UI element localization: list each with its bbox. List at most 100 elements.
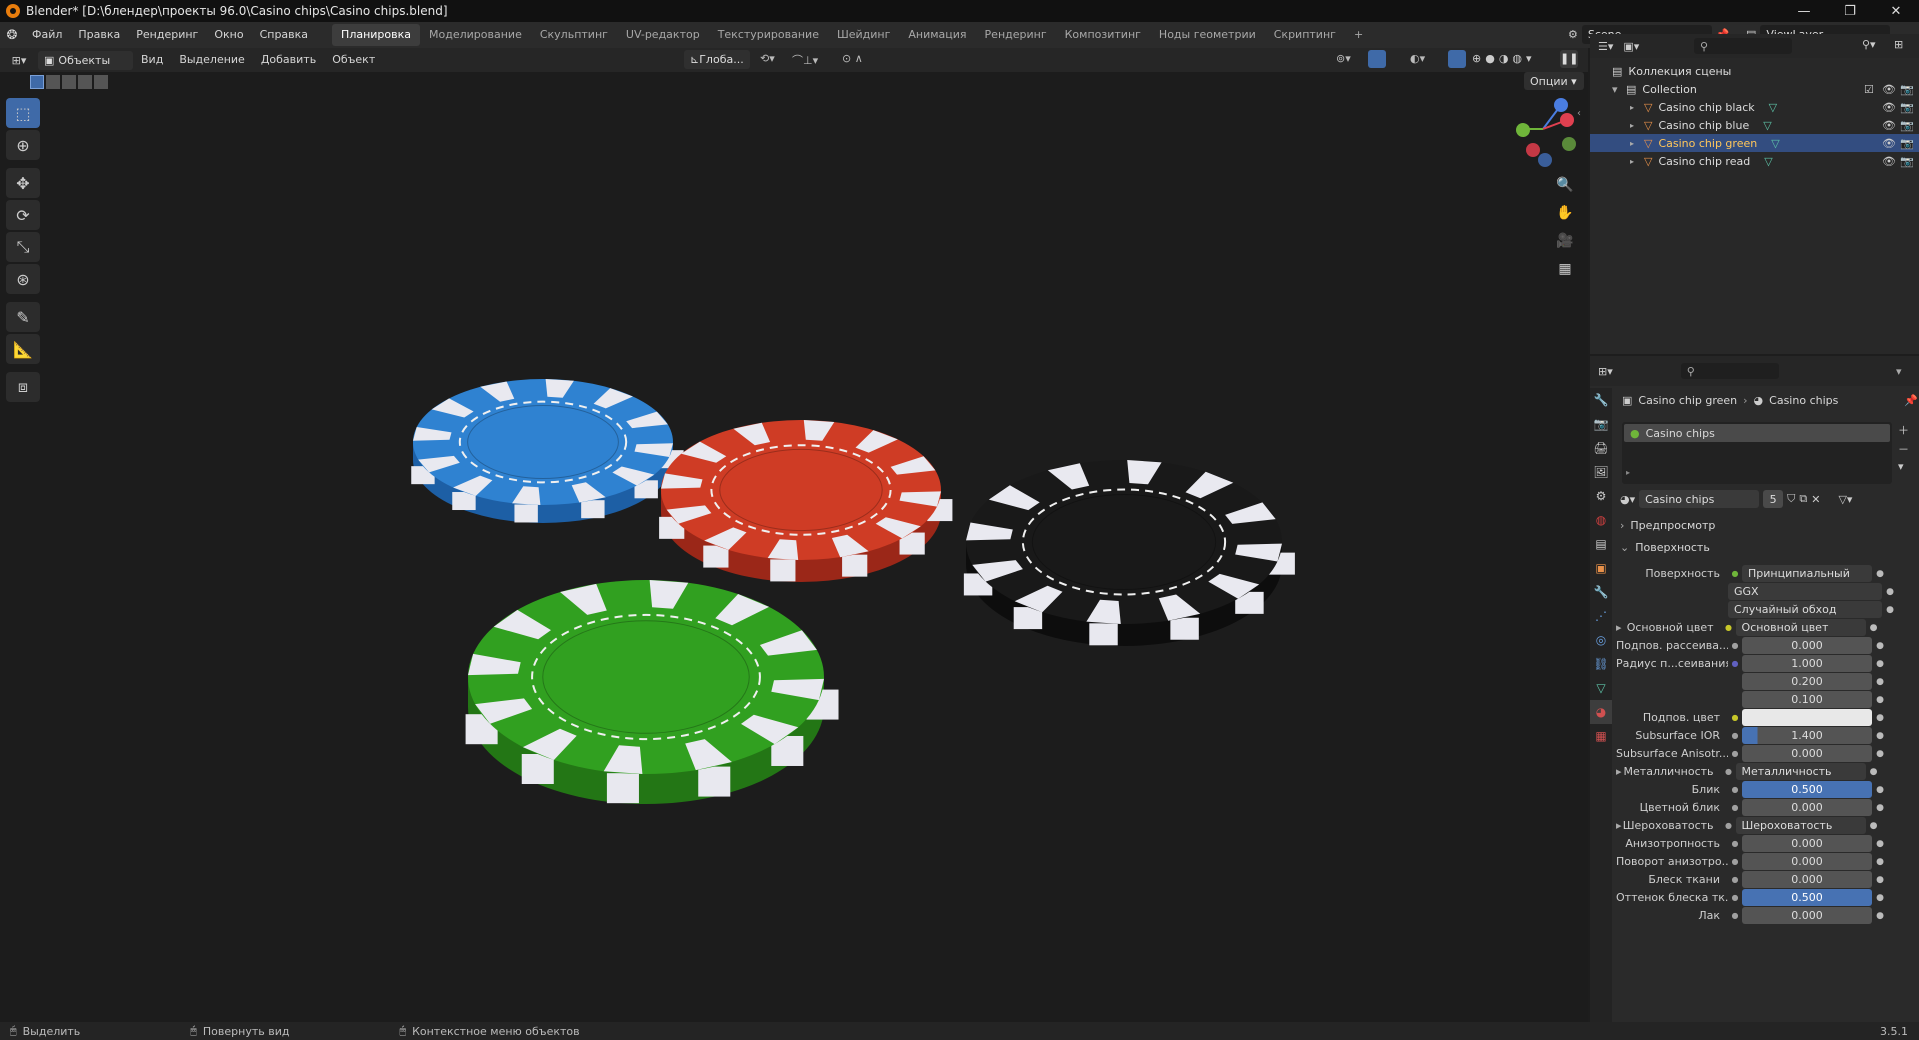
keyframe-dot-icon[interactable]: ●	[1882, 605, 1898, 615]
prop-value-field[interactable]	[1742, 709, 1872, 726]
prop-value-field[interactable]: 0.000	[1742, 871, 1872, 888]
socket-icon[interactable]: ●	[1722, 765, 1736, 779]
modifier-icon-tab[interactable]: 🔧	[1590, 580, 1612, 604]
prop-value-field[interactable]: 0.000	[1742, 835, 1872, 852]
socket-icon[interactable]: ●	[1728, 837, 1742, 851]
prop-value-field[interactable]: Случайный обход	[1728, 601, 1882, 618]
socket-icon[interactable]: ●	[1728, 873, 1742, 887]
tab-shading[interactable]: Шейдинг	[828, 24, 899, 46]
shading-mode-icons[interactable]: ⊕●◑◍▾	[1472, 52, 1536, 65]
expand-icon[interactable]: ▸	[1630, 103, 1644, 112]
tab-modeling[interactable]: Моделирование	[420, 24, 531, 46]
outliner-search[interactable]: ⚲	[1694, 38, 1792, 54]
keyframe-dot-icon[interactable]: ●	[1872, 803, 1888, 813]
prop-value-field[interactable]: 0.000	[1742, 637, 1872, 654]
select-new-icon[interactable]	[30, 75, 44, 89]
socket-icon[interactable]: ●	[1728, 855, 1742, 869]
new-collection-icon[interactable]: ⊞	[1894, 38, 1903, 51]
expand-icon[interactable]: ▸	[1630, 121, 1644, 130]
socket-icon[interactable]: ●	[1722, 819, 1736, 833]
casino-chip-green[interactable]	[465, 580, 839, 804]
expand-icon[interactable]: ▸	[1630, 139, 1644, 148]
scale-tool[interactable]: ⤡	[6, 232, 40, 262]
annotate-tool[interactable]: ✎	[6, 302, 40, 332]
editor-type-icon[interactable]: ⊞▾	[0, 54, 38, 67]
maximize-button[interactable]: ❐	[1827, 0, 1873, 22]
menu-add[interactable]: Добавить	[253, 47, 324, 73]
scene-collection-row[interactable]: ▤ Коллекция сцены	[1590, 62, 1919, 80]
prop-value-field[interactable]: 0.200	[1742, 673, 1872, 690]
camera-icon[interactable]: 📷	[1900, 119, 1914, 132]
outliner-item-casino-chip-read[interactable]: ▸ ▽ Casino chip read ▽ 👁 📷	[1590, 152, 1919, 170]
socket-icon[interactable]: ●	[1728, 567, 1742, 581]
socket-icon[interactable]: ●	[1728, 711, 1742, 725]
physics-icon-tab[interactable]: ◎	[1590, 628, 1612, 652]
orientation-selector[interactable]: ⊾ Глоба...	[684, 50, 750, 69]
prop-value-field[interactable]: 0.500	[1742, 889, 1872, 906]
eye-icon[interactable]: 👁	[1882, 83, 1896, 96]
tab-sculpting[interactable]: Скульптинг	[531, 24, 617, 46]
keyframe-dot-icon[interactable]: ●	[1872, 731, 1888, 741]
pause-icon[interactable]: ❚❚	[1560, 50, 1578, 68]
mode-selector[interactable]: ▣ Объекты	[38, 50, 133, 70]
prop-value-field[interactable]: 1.000	[1742, 655, 1872, 672]
data-icon-tab[interactable]: ▽	[1590, 676, 1612, 700]
add-cube-tool[interactable]: ⧈	[6, 372, 40, 402]
socket-icon[interactable]: ●	[1728, 801, 1742, 815]
select-mode-icons[interactable]	[30, 75, 108, 89]
snap-icon[interactable]: ⌒⊥▾	[792, 52, 818, 68]
keyframe-dot-icon[interactable]: ●	[1872, 713, 1888, 723]
keyframe-dot-icon[interactable]: ●	[1872, 641, 1888, 651]
socket-icon[interactable]: ●	[1728, 891, 1742, 905]
prop-value-field[interactable]: 0.000	[1742, 907, 1872, 924]
properties-editor-icon[interactable]: ⊞▾	[1598, 365, 1613, 378]
camera-icon[interactable]: 📷	[1900, 155, 1914, 168]
socket-icon[interactable]: ●	[1728, 909, 1742, 923]
menu-edit[interactable]: Правка	[70, 22, 128, 48]
render-icon-tab[interactable]: 📷	[1590, 412, 1612, 436]
particles-icon-tab[interactable]: ⋰	[1590, 604, 1612, 628]
scene-icon-tab[interactable]: ⚙	[1590, 484, 1612, 508]
tab-scripting[interactable]: Скриптинг	[1265, 24, 1345, 46]
constraints-icon-tab[interactable]: ⛓	[1590, 652, 1612, 676]
eye-icon[interactable]: 👁	[1882, 101, 1896, 114]
prop-value-field[interactable]: Металличность	[1735, 763, 1866, 780]
keyframe-dot-icon[interactable]: ●	[1872, 875, 1888, 885]
prop-value-field[interactable]: 0.000	[1742, 853, 1872, 870]
tab-geometry-nodes[interactable]: Ноды геометрии	[1150, 24, 1265, 46]
pan-hand-icon[interactable]: ✋	[1552, 200, 1578, 226]
transform-tool[interactable]: ⊛	[6, 264, 40, 294]
prop-value-field[interactable]: 0.500	[1742, 781, 1872, 798]
keyframe-dot-icon[interactable]: ●	[1882, 587, 1898, 597]
view-layer-icon-tab[interactable]: 🖼	[1590, 460, 1612, 484]
tab-rendering[interactable]: Рендеринг	[976, 24, 1056, 46]
menu-window[interactable]: Окно	[206, 22, 251, 48]
tab-animation[interactable]: Анимация	[899, 24, 975, 46]
collection-row[interactable]: ▾ ▤ Collection ☑ 👁 📷	[1590, 80, 1919, 98]
eye-icon[interactable]: 👁	[1882, 137, 1896, 150]
keyframe-dot-icon[interactable]: ●	[1872, 785, 1888, 795]
keyframe-dot-icon[interactable]: ●	[1872, 857, 1888, 867]
move-tool[interactable]: ✥	[6, 168, 40, 198]
socket-icon[interactable]: ●	[1728, 747, 1742, 761]
xray-toggle-icon[interactable]	[1448, 50, 1466, 68]
checkbox-icon[interactable]: ☑	[1864, 83, 1874, 96]
proportional-edit-icon[interactable]: ⊙ ∧	[842, 52, 863, 65]
3d-viewport[interactable]	[0, 72, 1588, 1022]
menu-help[interactable]: Справка	[252, 22, 316, 48]
camera-icon[interactable]: 📷	[1900, 137, 1914, 150]
expand-icon[interactable]: ▾	[1612, 83, 1626, 96]
socket-icon[interactable]	[1728, 675, 1742, 689]
socket-icon[interactable]: ●	[1728, 783, 1742, 797]
keyframe-dot-icon[interactable]: ●	[1872, 695, 1888, 705]
options-dropdown[interactable]: Опции ▾	[1524, 72, 1584, 90]
grid-view-icon[interactable]: ▦	[1552, 256, 1578, 282]
overlays-icon[interactable]: ◐▾	[1410, 52, 1425, 65]
socket-icon[interactable]: ●	[1728, 639, 1742, 653]
world-icon-tab[interactable]: ◍	[1590, 508, 1612, 532]
collection-icon-tab[interactable]: ▤	[1590, 532, 1612, 556]
socket-icon[interactable]	[1728, 693, 1742, 707]
sidebar-toggle-icon[interactable]: ‹	[1577, 108, 1581, 119]
prop-value-field[interactable]: 0.000	[1742, 799, 1872, 816]
gizmo-toggle-icon[interactable]	[1368, 50, 1386, 68]
